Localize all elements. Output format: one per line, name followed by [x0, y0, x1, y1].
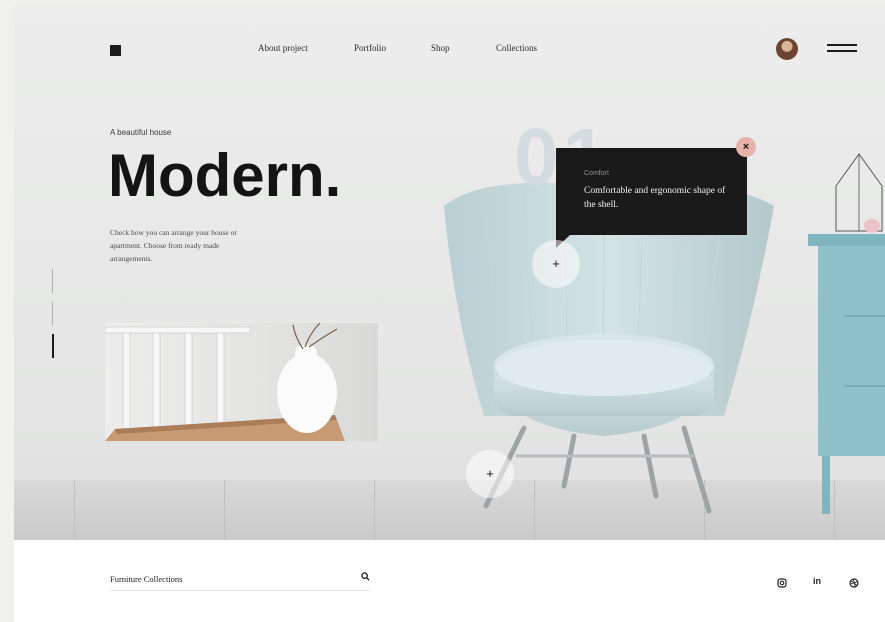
instagram-icon[interactable]	[777, 578, 787, 588]
brand-logo[interactable]	[110, 45, 121, 56]
slide-indicator-active[interactable]	[52, 334, 54, 358]
hamburger-menu-icon[interactable]	[827, 44, 857, 54]
tooltip-text: Comfortable and ergonomic shape of the s…	[584, 186, 726, 210]
thumbnail-image	[105, 323, 345, 441]
hero-section: About project Portfolio Shop Collections…	[14, 6, 885, 540]
hero-title: Modern.	[108, 142, 342, 209]
terrarium-image	[835, 153, 883, 233]
hotspot-legs[interactable]: +	[466, 450, 514, 498]
plus-icon: +	[552, 256, 560, 272]
video-thumbnail[interactable]	[105, 323, 378, 441]
page-frame: About project Portfolio Shop Collections…	[14, 6, 885, 622]
nav-about-project[interactable]: About project	[258, 43, 308, 53]
tooltip-close-icon[interactable]: ×	[736, 137, 756, 157]
search-input[interactable]: Furniture Collections	[110, 574, 182, 584]
linkedin-icon[interactable]: in	[813, 576, 821, 586]
plus-icon: +	[486, 466, 494, 482]
slide-indicator-2[interactable]	[52, 302, 53, 326]
tooltip-label: Comfort	[584, 170, 609, 177]
collection-search[interactable]: Furniture Collections	[110, 572, 370, 591]
nav-shop[interactable]: Shop	[431, 43, 450, 53]
hotspot-shell[interactable]: +	[532, 240, 580, 288]
hero-description: Check how you can arrange your house or …	[110, 228, 237, 264]
dribbble-icon[interactable]	[849, 578, 859, 588]
hero-eyebrow: A beautiful house	[110, 128, 172, 137]
slide-indicator-1[interactable]	[52, 269, 53, 293]
nav-collections[interactable]: Collections	[496, 43, 537, 53]
search-icon[interactable]	[361, 572, 370, 581]
feature-tooltip: Comfort Comfortable and ergonomic shape …	[556, 148, 747, 248]
cabinet-image	[808, 234, 885, 514]
nav-portfolio[interactable]: Portfolio	[354, 43, 386, 53]
user-avatar[interactable]	[776, 38, 798, 60]
